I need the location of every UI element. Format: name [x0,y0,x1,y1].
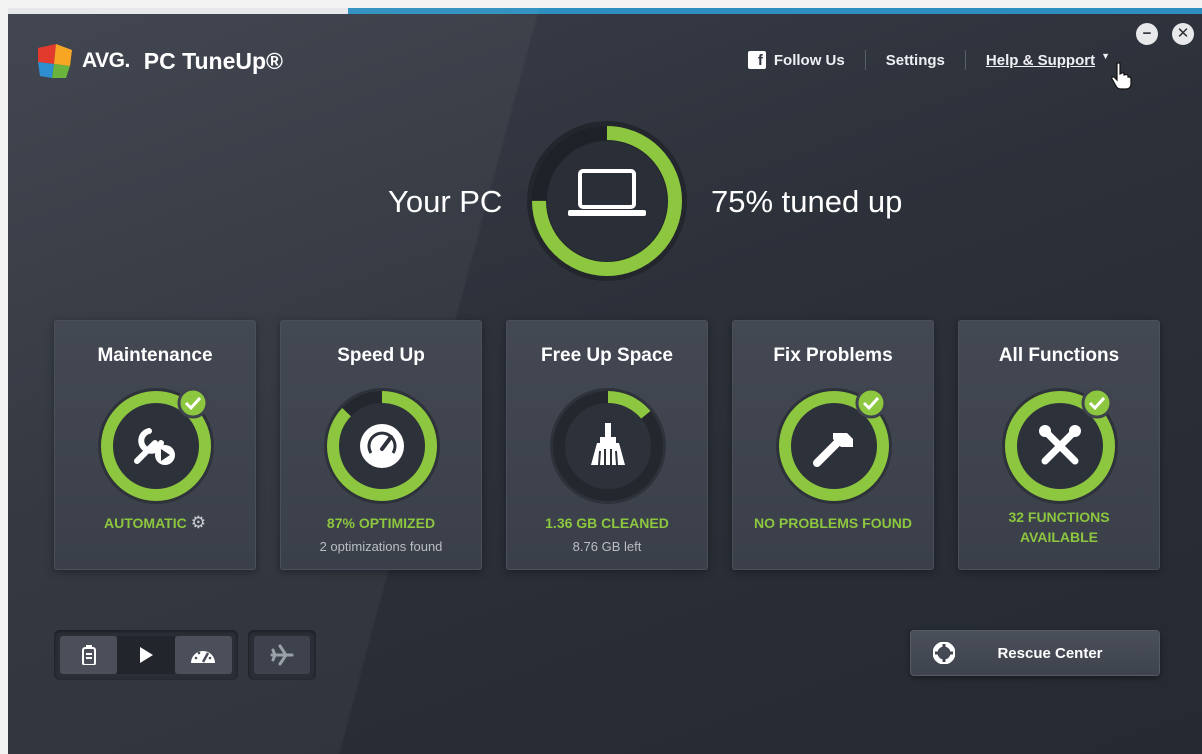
top-navigation: f Follow Us Settings Help & Support ▼ [747,48,1110,72]
economy-mode-button[interactable] [60,636,118,674]
tile-all-functions[interactable]: All Functions 32 FUNCTIONS AVAILABLE [958,320,1160,570]
tile-title: All Functions [998,345,1120,366]
tile-maintenance[interactable]: Maintenance AUTOMATIC ⚙ [54,320,256,570]
nav-divider [964,50,966,70]
app-logo: AVG. PC TuneUp® [36,42,283,80]
tile-fix-problems[interactable]: Fix Problems NO PROBLEMS FOUND [732,320,934,570]
tile-status-line-2: AVAILABLE [1019,529,1099,545]
speedometer-icon [360,424,404,468]
close-button[interactable]: ✕ [1172,23,1194,45]
maintenance-status-text: AUTOMATIC [104,515,187,531]
free-up-space-progress-ring [550,388,666,504]
tile-title: Speed Up [337,345,425,366]
follow-us-label: Follow Us [773,51,845,69]
standard-mode-button[interactable] [117,636,175,674]
settings-label: Settings [885,51,945,69]
play-icon [139,647,153,663]
gear-icon[interactable]: ⚙ [191,513,206,532]
hero-label-tuned-up: 75% tuned up [711,184,903,219]
all-functions-progress-ring [1002,387,1118,504]
dropdown-caret-icon: ▼ [1101,51,1110,61]
tile-title: Fix Problems [773,345,893,366]
tile-title: Maintenance [97,345,213,366]
avg-logo-icon [38,44,72,78]
tile-subtext: 2 optimizations found [319,539,443,554]
product-name: PC TuneUp® [143,47,283,74]
tile-status: 87% OPTIMIZED [326,515,436,531]
airplane-icon [270,644,294,666]
tuneup-progress-ring [527,121,687,281]
rescue-center-label: Rescue Center [997,645,1103,662]
flight-mode-button[interactable] [254,636,310,674]
maintenance-progress-ring [98,387,214,504]
help-support-label: Help & Support [985,51,1096,69]
battery-icon [81,645,96,665]
pc-mode-switcher [54,630,238,680]
rescue-center-button[interactable]: Rescue Center [910,630,1160,676]
speed-up-progress-ring [324,388,440,504]
minimize-button[interactable]: − [1136,23,1158,45]
tile-status: AUTOMATIC ⚙ [55,513,255,533]
hand-cursor-icon [1111,62,1132,90]
check-badge-icon [177,387,209,419]
fix-problems-progress-ring [776,387,892,504]
follow-us-link[interactable]: f Follow Us [747,51,845,69]
help-support-menu[interactable]: Help & Support ▼ [985,51,1110,69]
window-controls: − ✕ [1136,23,1194,45]
tile-status: 1.36 GB CLEANED [545,515,669,531]
tile-free-up-space[interactable]: Free Up Space 1.36 GB CLEANED 8.76 GB le… [506,320,708,570]
check-badge-icon [855,387,887,419]
check-badge-icon [1081,387,1113,419]
hero-label-your-pc: Your PC [388,184,503,219]
tile-subtext: 8.76 GB left [572,539,642,554]
facebook-icon: f [747,51,766,69]
tile-speed-up[interactable]: Speed Up 87% OPTIMIZED 2 optimizations f… [280,320,482,570]
turbo-mode-button[interactable] [174,636,232,674]
brand-name: AVG. [82,49,130,72]
tile-status: NO PROBLEMS FOUND [754,515,912,531]
settings-link[interactable]: Settings [886,52,945,69]
window-top-accent-bar [348,8,1202,14]
speedometer-icon [191,651,216,663]
flight-mode-group [248,630,316,680]
tile-status-line-1: 32 FUNCTIONS [1008,509,1110,525]
tile-title: Free Up Space [541,345,673,366]
app-window: AVG. PC TuneUp® f Follow Us Settings Hel… [8,8,1202,754]
nav-divider [864,50,866,70]
